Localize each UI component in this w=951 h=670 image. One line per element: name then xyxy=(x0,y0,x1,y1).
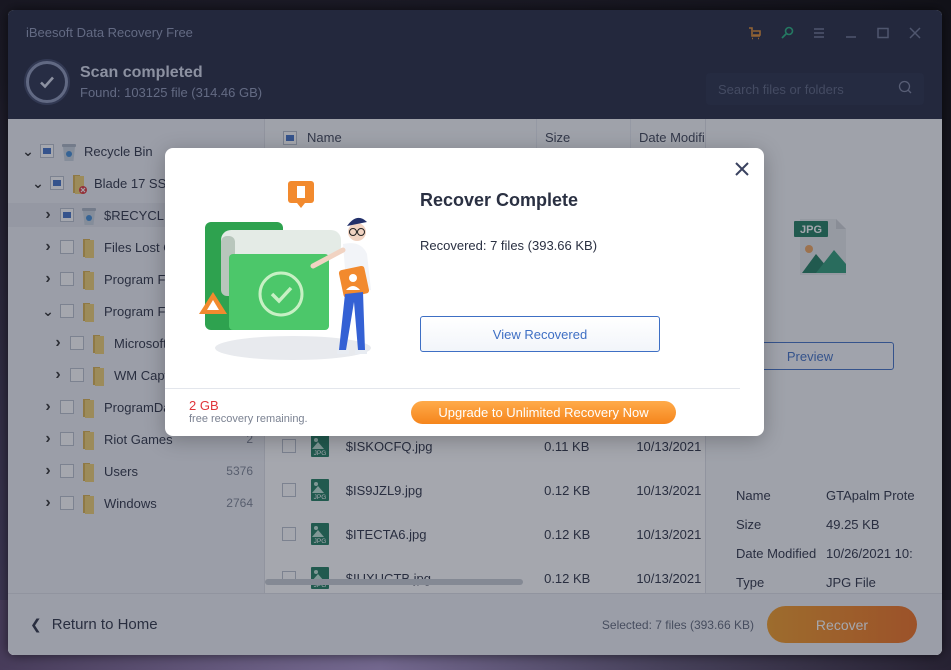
dialog-divider xyxy=(165,388,740,389)
recovered-summary: Recovered: 7 files (393.66 KB) xyxy=(420,238,598,253)
dialog-title: Recover Complete xyxy=(420,190,579,210)
free-recovery-label: free recovery remaining. xyxy=(189,413,308,425)
close-icon[interactable] xyxy=(733,160,751,178)
recovery-illustration xyxy=(199,181,371,360)
upgrade-button[interactable]: Upgrade to Unlimited Recovery Now xyxy=(411,401,676,424)
free-recovery-amount: 2 GB xyxy=(189,398,219,413)
recover-complete-dialog: Recover Complete Recovered: 7 files (393… xyxy=(165,148,764,436)
view-recovered-button[interactable]: View Recovered xyxy=(420,316,660,352)
